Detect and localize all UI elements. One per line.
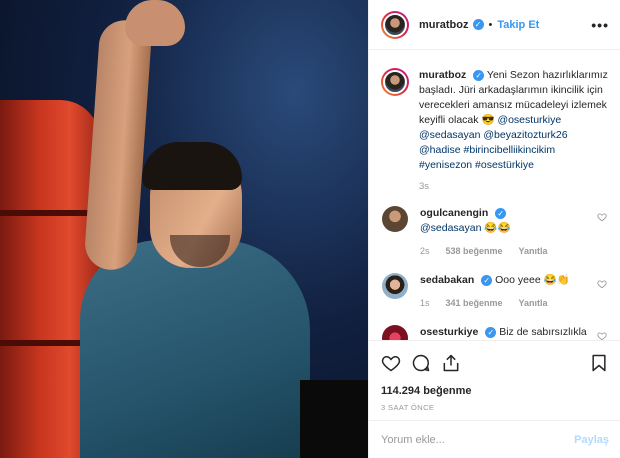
chair-seam — [0, 210, 95, 216]
caption-time[interactable]: 3s — [419, 181, 609, 192]
avatar[interactable] — [382, 273, 408, 299]
avatar[interactable] — [382, 206, 408, 232]
raised-hand — [125, 0, 185, 46]
caption: muratboz ✓ Yeni Sezon hazırlıklarımız ba… — [381, 68, 609, 173]
verified-icon: ✓ — [473, 69, 485, 81]
follow-button[interactable]: Takip Et — [497, 19, 539, 31]
verified-icon: ✓ — [481, 274, 493, 286]
like-count[interactable]: 114.294 beğenme — [381, 385, 609, 397]
post-comment-button[interactable]: Paylaş — [574, 434, 609, 446]
post-time: 3 SAAT ÖNCE — [381, 403, 435, 412]
comment-username[interactable]: osesturkiye — [420, 326, 478, 338]
avatar[interactable] — [382, 325, 408, 340]
list-item: ogulcanengin ✓ @sedasayan 😂😂 2s 538 beğe… — [381, 206, 609, 259]
comment-input[interactable] — [381, 433, 575, 446]
raised-arm — [83, 18, 153, 272]
avatar[interactable] — [381, 10, 409, 39]
heart-icon[interactable] — [381, 353, 401, 373]
header-username[interactable]: muratboz — [419, 19, 469, 31]
verified-icon: ✓ — [472, 19, 484, 30]
reply-button[interactable]: Yanıtla — [519, 244, 548, 259]
list-item: osesturkiye ✓ Biz de sabırsızlıkla — [381, 325, 609, 340]
caption-username[interactable]: muratboz — [419, 69, 466, 81]
microphone-stand — [300, 380, 368, 458]
verified-icon: ✓ — [485, 326, 497, 338]
comment-time[interactable]: 1s — [420, 296, 430, 311]
heart-icon[interactable] — [597, 331, 607, 340]
hair — [142, 142, 242, 190]
comment-likes[interactable]: 538 beğenme — [446, 244, 503, 259]
post-side-panel: muratboz ✓ • Takip Et ••• muratboz ✓ Yen… — [368, 0, 620, 458]
heart-icon[interactable] — [597, 212, 607, 222]
comment-username[interactable]: sedabakan — [420, 274, 474, 286]
comment-text: Ooo yeee 😂👏 — [495, 274, 570, 286]
more-icon[interactable]: ••• — [591, 17, 609, 33]
verified-icon: ✓ — [495, 207, 507, 219]
avatar[interactable] — [381, 68, 409, 96]
post-header: muratboz ✓ • Takip Et ••• — [369, 0, 620, 50]
comment-username[interactable]: ogulcanengin — [420, 207, 488, 219]
separator-dot: • — [488, 18, 493, 31]
shirt — [80, 240, 310, 458]
post-actions: 114.294 beğenme 3 SAAT ÖNCE — [369, 340, 620, 412]
comment-text: @sedasayan 😂😂 — [420, 222, 511, 234]
share-icon[interactable] — [441, 353, 461, 373]
post-photo[interactable] — [0, 0, 368, 458]
heart-icon[interactable] — [597, 279, 607, 289]
list-item: sedabakan ✓ Ooo yeee 😂👏 1s 341 beğenme Y… — [381, 273, 609, 311]
comment-likes[interactable]: 341 beğenme — [446, 296, 503, 311]
comment-time[interactable]: 2s — [420, 244, 430, 259]
comment-text: Biz de sabırsızlıkla — [499, 326, 587, 338]
comments-list[interactable]: muratboz ✓ Yeni Sezon hazırlıklarımız ba… — [369, 50, 620, 340]
caption-text: muratboz ✓ Yeni Sezon hazırlıklarımız ba… — [419, 68, 609, 173]
comment-icon[interactable] — [411, 353, 431, 373]
reply-button[interactable]: Yanıtla — [519, 296, 548, 311]
add-comment-bar: Paylaş — [369, 420, 620, 458]
bookmark-icon[interactable] — [589, 353, 609, 373]
